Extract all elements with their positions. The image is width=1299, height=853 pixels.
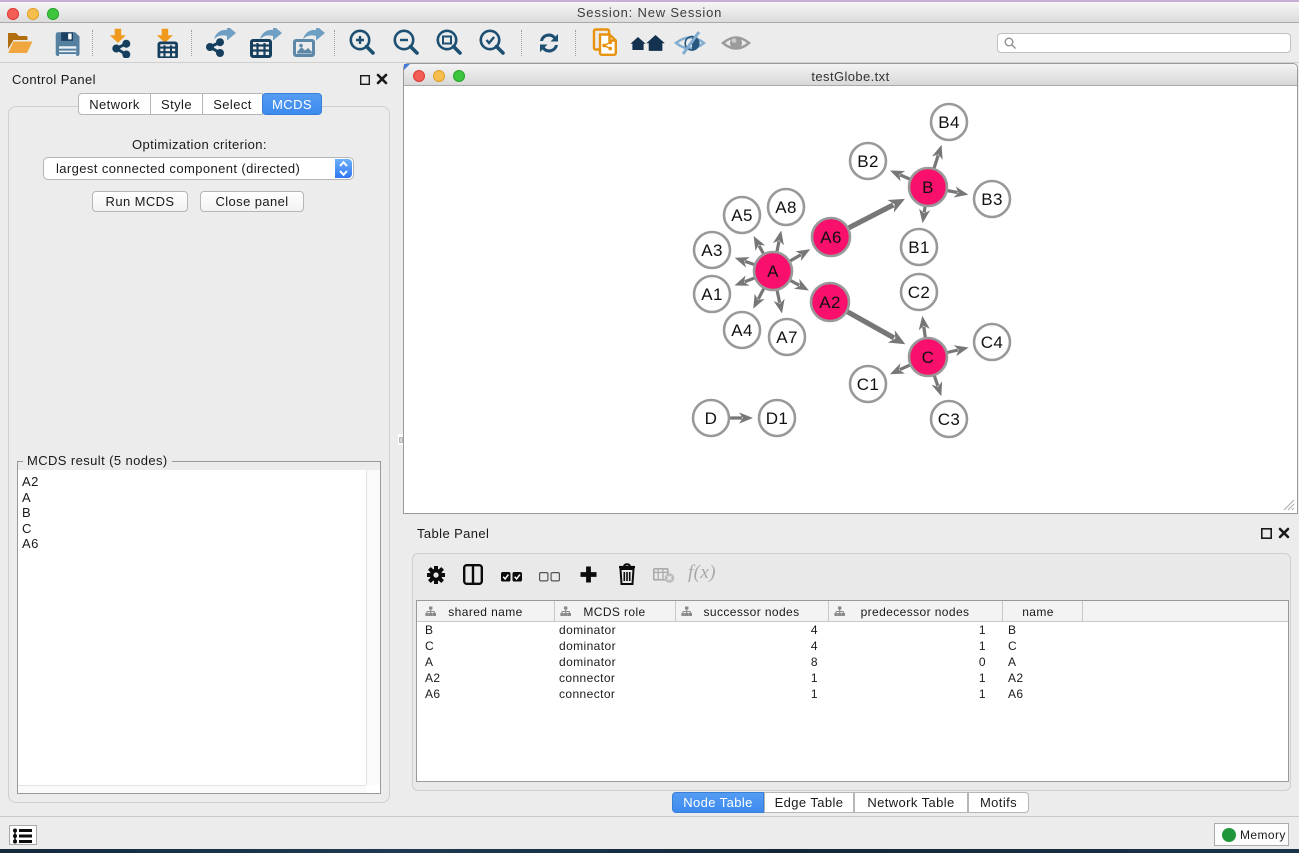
svg-text:A4: A4 [731, 321, 753, 340]
svg-text:B4: B4 [938, 113, 960, 132]
svg-text:A3: A3 [701, 241, 723, 260]
svg-text:A6: A6 [820, 228, 842, 247]
svg-text:A7: A7 [776, 328, 798, 347]
svg-text:B2: B2 [857, 152, 879, 171]
svg-text:C1: C1 [857, 375, 880, 394]
svg-text:C4: C4 [981, 333, 1004, 352]
svg-text:A5: A5 [731, 206, 753, 225]
svg-text:C: C [922, 348, 935, 367]
svg-text:A1: A1 [701, 285, 723, 304]
svg-text:D1: D1 [766, 409, 789, 428]
svg-text:A: A [767, 262, 779, 281]
svg-text:B: B [922, 178, 934, 197]
svg-text:A2: A2 [819, 293, 841, 312]
svg-text:C2: C2 [908, 283, 931, 302]
svg-text:A8: A8 [775, 198, 797, 217]
svg-text:B3: B3 [981, 190, 1003, 209]
svg-text:D: D [705, 409, 718, 428]
svg-text:C3: C3 [938, 410, 961, 429]
svg-text:B1: B1 [908, 238, 930, 257]
